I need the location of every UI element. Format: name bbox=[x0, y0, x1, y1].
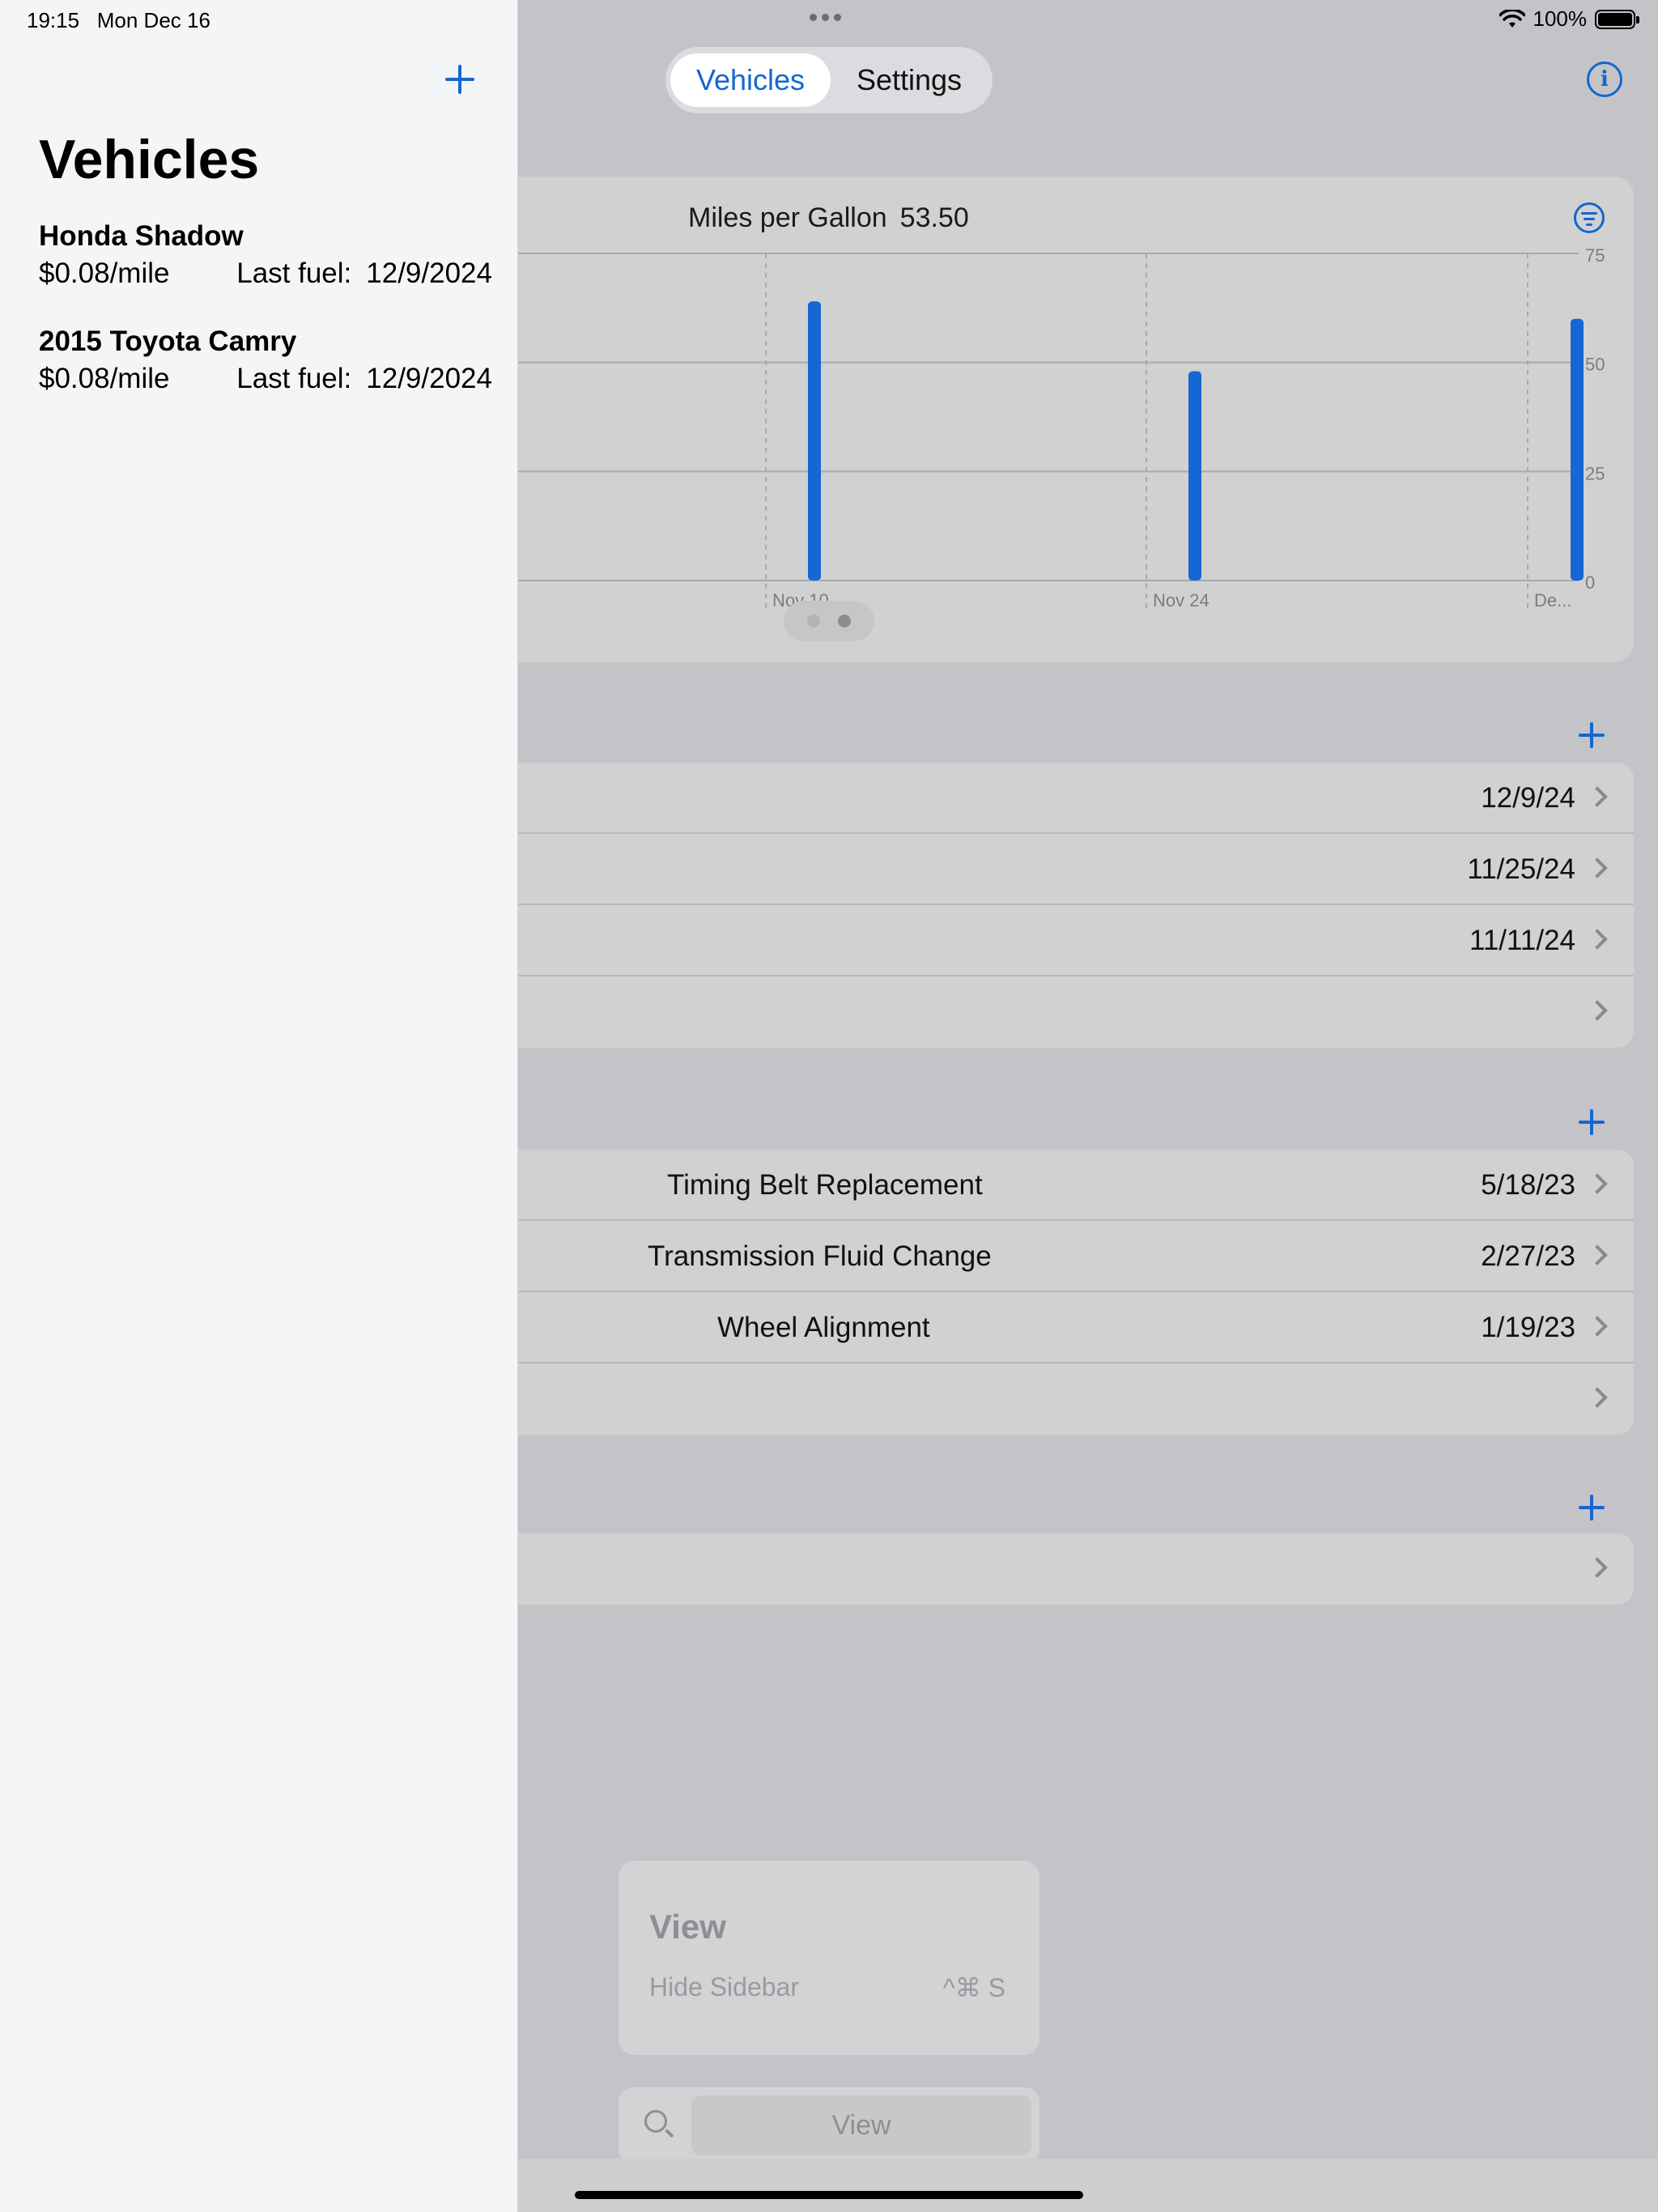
x-tick-label: Nov 24 bbox=[1153, 590, 1209, 610]
chevron-right-icon bbox=[1587, 1000, 1608, 1021]
vehicle-cost: $0.08/mile bbox=[39, 257, 170, 289]
row-date: 5/18/23 bbox=[1481, 1169, 1575, 1201]
y-tick-label: 25 bbox=[1585, 463, 1605, 483]
list-item[interactable]: Wheel Alignment 1/19/23 bbox=[405, 1292, 1634, 1363]
menu-search-bar[interactable]: View bbox=[619, 2087, 1039, 2163]
chevron-right-icon bbox=[1587, 786, 1608, 807]
y-tick-label: 75 bbox=[1585, 245, 1605, 266]
vehicle-cost: $0.08/mile bbox=[39, 363, 170, 394]
list-item[interactable] bbox=[405, 976, 1634, 1048]
row-date: 11/25/24 bbox=[1467, 853, 1575, 885]
list-item[interactable]: 11/11/24 bbox=[405, 905, 1634, 976]
add-fuel-button[interactable] bbox=[1577, 721, 1606, 750]
list-item[interactable] bbox=[405, 1363, 1634, 1435]
add-vehicle-button[interactable] bbox=[445, 65, 474, 94]
row-date: 12/9/24 bbox=[1481, 782, 1575, 814]
third-list bbox=[405, 1534, 1634, 1605]
chevron-right-icon bbox=[1587, 1387, 1608, 1408]
view-menu-title: View bbox=[649, 1908, 726, 1946]
sidebar: 19:15 Mon Dec 16 Vehicles Honda Shadow $… bbox=[0, 0, 518, 2212]
maintenance-list: Timing Belt Replacement 5/18/23 Transmis… bbox=[405, 1150, 1634, 1435]
chart-page-indicator[interactable] bbox=[784, 601, 874, 641]
vehicle-name: 2015 Toyota Camry bbox=[39, 325, 297, 357]
row-title: Timing Belt Replacement bbox=[667, 1169, 983, 1201]
row-title: Transmission Fluid Change bbox=[648, 1240, 992, 1272]
bottom-strip bbox=[518, 2159, 1658, 2212]
view-menu: View Hide Sidebar ^⌘ S bbox=[619, 1861, 1039, 2055]
menu-search-field[interactable]: View bbox=[691, 2095, 1031, 2155]
home-indicator[interactable] bbox=[575, 2191, 1083, 2199]
list-item[interactable]: Transmission Fluid Change 2/27/23 bbox=[405, 1221, 1634, 1292]
list-item[interactable]: 11/25/24 bbox=[405, 834, 1634, 905]
wifi-icon bbox=[1499, 9, 1525, 28]
hide-sidebar-menu-item[interactable]: Hide Sidebar bbox=[649, 1972, 799, 2002]
page-dot-active bbox=[838, 615, 851, 627]
x-tick-label: De... bbox=[1534, 590, 1571, 610]
vehicle-list-item[interactable]: 2015 Toyota Camry $0.08/mile Last fuel: … bbox=[39, 325, 492, 395]
mpg-bar bbox=[808, 301, 821, 581]
status-clock: 19:15 bbox=[27, 8, 80, 32]
list-item[interactable]: 12/9/24 bbox=[405, 763, 1634, 834]
chevron-right-icon bbox=[1587, 1244, 1608, 1266]
mpg-bar bbox=[1571, 318, 1584, 581]
chevron-right-icon bbox=[1587, 857, 1608, 878]
chevron-right-icon bbox=[1587, 929, 1608, 950]
row-date: 11/11/24 bbox=[1469, 925, 1575, 956]
vehicle-name: Honda Shadow bbox=[39, 220, 244, 252]
list-item[interactable]: Timing Belt Replacement 5/18/23 bbox=[405, 1150, 1634, 1221]
row-title: Wheel Alignment bbox=[717, 1312, 930, 1343]
status-time: 19:15 Mon Dec 16 bbox=[27, 8, 210, 33]
y-tick-label: 50 bbox=[1585, 355, 1605, 375]
battery-icon bbox=[1595, 9, 1639, 29]
chevron-right-icon bbox=[1587, 1173, 1608, 1194]
vehicle-list-item[interactable]: Honda Shadow $0.08/mile Last fuel: 12/9/… bbox=[39, 220, 492, 290]
status-date: Mon Dec 16 bbox=[96, 8, 210, 32]
fuel-list: 12/9/24 11/25/24 11/11/24 bbox=[405, 763, 1634, 1048]
page-dot bbox=[807, 615, 820, 627]
last-fuel-label: Last fuel: bbox=[236, 257, 352, 289]
row-date: 1/19/23 bbox=[1481, 1312, 1575, 1343]
last-fuel-date: 12/9/2024 bbox=[366, 257, 492, 289]
y-tick-label: 0 bbox=[1585, 572, 1595, 593]
chevron-right-icon bbox=[1587, 1557, 1608, 1578]
menu-shortcut: ^⌘ S bbox=[942, 1973, 1005, 2002]
chevron-right-icon bbox=[1587, 1316, 1608, 1337]
battery-percent: 100% bbox=[1533, 6, 1588, 31]
add-item-button[interactable] bbox=[1577, 1493, 1606, 1522]
last-fuel-date: 12/9/2024 bbox=[366, 363, 492, 394]
status-indicators: 100% bbox=[1499, 6, 1639, 32]
list-item[interactable] bbox=[405, 1534, 1634, 1605]
last-fuel-label: Last fuel: bbox=[236, 363, 352, 394]
row-date: 2/27/23 bbox=[1481, 1240, 1575, 1272]
search-icon bbox=[644, 2110, 667, 2133]
sidebar-title: Vehicles bbox=[39, 129, 260, 190]
mpg-bar bbox=[1188, 371, 1201, 581]
add-maintenance-button[interactable] bbox=[1577, 1108, 1606, 1137]
